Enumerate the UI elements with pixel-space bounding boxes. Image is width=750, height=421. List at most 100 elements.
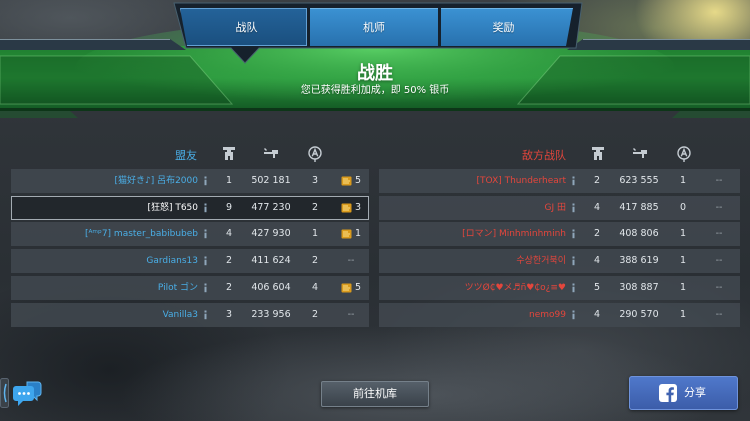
bonus-value: 5 — [354, 175, 362, 186]
damage-value: 427 930 — [251, 228, 291, 240]
beacons-value: 1 — [679, 228, 687, 240]
tab-pilots[interactable]: 机师 — [310, 8, 438, 46]
info-icon[interactable] — [201, 276, 210, 300]
robots-destroyed-value: 3 — [225, 308, 233, 320]
damage-value: 411 624 — [251, 255, 291, 267]
player-row[interactable]: [ᴬᵐᵖ7] master_babibubeb 4 427 930 1 1 — [11, 222, 369, 247]
bonus-cell: -- — [705, 196, 733, 220]
weapon-icon — [262, 146, 280, 164]
beacons-value: 4 — [311, 281, 319, 293]
info-icon[interactable] — [201, 303, 210, 327]
player-row[interactable]: [ロマン] Minhminhminh 2 408 806 1 -- — [379, 222, 740, 247]
damage-value: 388 619 — [619, 255, 659, 267]
chat-icon — [0, 378, 42, 408]
player-name: [ᴬᵐᵖ7] master_babibubeb — [84, 229, 198, 240]
bonus-value: -- — [715, 255, 723, 267]
go-to-hangar-button[interactable]: 前往机库 — [321, 381, 429, 407]
damage-value: 308 887 — [619, 281, 659, 293]
tab-label: 机师 — [363, 21, 385, 34]
tab-rewards[interactable]: 奖励 — [441, 8, 573, 46]
bonus-value: -- — [715, 201, 723, 213]
player-name: Vanilla3 — [162, 309, 198, 320]
robots-destroyed-value: 2 — [593, 175, 601, 186]
robots-destroyed-value: 1 — [225, 175, 233, 186]
info-icon[interactable] — [201, 222, 210, 246]
info-icon[interactable] — [569, 303, 578, 327]
result-subtitle: 您已获得胜利加成，即 50% 银币 — [300, 85, 450, 96]
share-label: 分享 — [684, 386, 706, 399]
bonus-value: -- — [715, 228, 723, 240]
bonus-cell: -- — [705, 276, 733, 300]
info-icon[interactable] — [201, 169, 210, 193]
bonus-cell: 5 — [337, 169, 365, 193]
bonus-cell: -- — [705, 303, 733, 327]
enemy-team-label: 敌方战队 — [522, 149, 566, 162]
chat-button[interactable] — [0, 376, 44, 410]
enemy-table: [TOX] Thunderheart 2 623 555 1 -- GJ 田 4 417 88… — [379, 169, 740, 329]
player-row[interactable]: Pilot ゴン 2 406 604 4 5 — [11, 275, 369, 300]
damage-value: 477 230 — [251, 201, 291, 213]
info-icon[interactable] — [201, 196, 210, 220]
robot-icon — [589, 146, 607, 164]
info-icon[interactable] — [569, 249, 578, 273]
bonus-value: 1 — [354, 228, 362, 240]
player-row[interactable]: ツツØ₵♥メ♬ñ♥₵o¿≡♥ 5 308 887 1 -- — [379, 275, 740, 300]
bonus-value: -- — [347, 308, 355, 320]
ally-team-label: 盟友 — [175, 149, 197, 162]
player-row[interactable]: 수상한거북이 4 388 619 1 -- — [379, 249, 740, 274]
player-row[interactable]: Vanilla3 3 233 956 2 -- — [11, 302, 369, 327]
bonus-cell: 3 — [337, 196, 365, 220]
robots-destroyed-value: 2 — [593, 228, 601, 240]
bonus-value: -- — [715, 281, 723, 293]
info-icon[interactable] — [569, 196, 578, 220]
gold-icon — [341, 229, 352, 239]
result-title: 战胜 — [357, 63, 393, 84]
facebook-share-button[interactable]: 分享 — [629, 376, 738, 410]
bonus-cell: -- — [337, 249, 365, 273]
damage-value: 290 570 — [619, 308, 659, 320]
info-icon[interactable] — [569, 222, 578, 246]
robots-destroyed-value: 5 — [593, 281, 601, 293]
robots-destroyed-value: 4 — [593, 255, 601, 267]
player-row[interactable]: Gardians13 2 411 624 2 -- — [11, 249, 369, 274]
gold-icon — [341, 283, 352, 293]
robots-destroyed-value: 2 — [225, 281, 233, 293]
bonus-cell: -- — [705, 222, 733, 246]
player-row-self[interactable]: [狂怒] T650 9 477 230 2 3 — [11, 195, 369, 220]
robots-destroyed-value: 2 — [225, 255, 233, 267]
bonus-cell: -- — [705, 249, 733, 273]
damage-value: 406 604 — [251, 281, 291, 293]
tab-team[interactable]: 战队 — [180, 8, 307, 46]
beacons-value: 2 — [311, 255, 319, 267]
robots-destroyed-value: 4 — [225, 228, 233, 240]
bonus-cell: -- — [337, 303, 365, 327]
beacons-value: 2 — [311, 308, 319, 320]
player-name: ツツØ₵♥メ♬ñ♥₵o¿≡♥ — [464, 282, 566, 293]
bonus-value: 3 — [354, 201, 362, 213]
beacons-value: 1 — [679, 308, 687, 320]
beacons-value: 1 — [679, 281, 687, 293]
bonus-value: -- — [715, 175, 723, 186]
info-icon[interactable] — [569, 276, 578, 300]
player-row[interactable]: [猫好き♪] 呂布2000 1 502 181 3 5 — [11, 169, 369, 193]
gold-icon — [341, 203, 352, 213]
player-name: [ロマン] Minhminhminh — [462, 229, 566, 240]
player-name: [狂怒] T650 — [147, 202, 198, 213]
bonus-value: -- — [715, 308, 723, 320]
beacons-value: 1 — [679, 175, 687, 186]
bonus-value: -- — [347, 255, 355, 267]
info-icon[interactable] — [201, 249, 210, 273]
player-name: Gardians13 — [146, 256, 198, 267]
bonus-cell: 1 — [337, 222, 365, 246]
facebook-icon — [659, 384, 677, 402]
robots-destroyed-value: 9 — [225, 201, 233, 213]
beacons-value: 0 — [679, 201, 687, 213]
player-row[interactable]: nemo99 4 290 570 1 -- — [379, 302, 740, 327]
info-icon[interactable] — [569, 169, 578, 193]
beacons-value: 1 — [679, 255, 687, 267]
player-name: nemo99 — [529, 309, 566, 320]
player-row[interactable]: [TOX] Thunderheart 2 623 555 1 -- — [379, 169, 740, 193]
bonus-value: 5 — [354, 281, 362, 293]
player-row[interactable]: GJ 田 4 417 885 0 -- — [379, 195, 740, 220]
beacons-value: 3 — [311, 175, 319, 186]
